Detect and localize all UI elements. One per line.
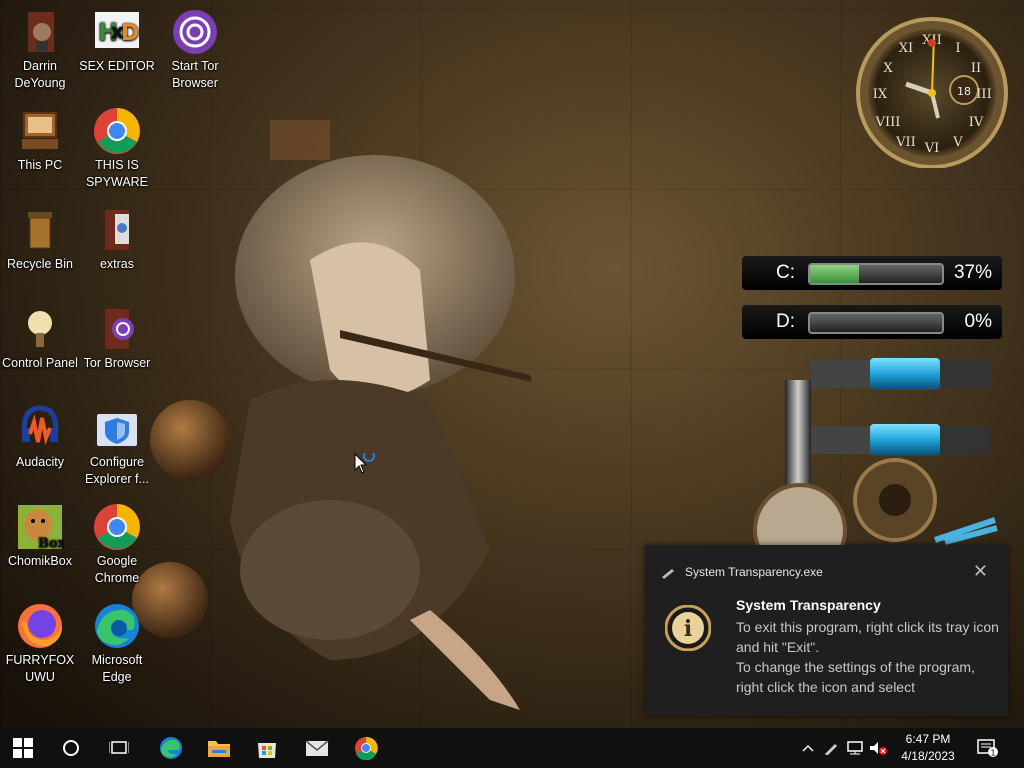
shield-folder-icon (93, 404, 141, 452)
windows-icon (13, 738, 33, 758)
drive-meter-d: D: 0% (742, 305, 1002, 339)
svg-text:IV: IV (969, 115, 984, 130)
notification-icon: 1 (977, 739, 998, 758)
mouse-cursor (354, 450, 378, 482)
desktop-icon-control-panel[interactable]: Control Panel (0, 305, 80, 372)
desktop-icon-start-tor-browser[interactable]: Start Tor Browser (155, 8, 235, 92)
svg-text:VI: VI (924, 141, 940, 156)
search-circle-icon (63, 740, 79, 756)
close-icon[interactable]: ✕ (973, 561, 988, 582)
taskbar-date: 4/18/2023 (901, 749, 955, 763)
edge-icon (160, 737, 182, 759)
app-icon (662, 566, 676, 579)
svg-text:II: II (971, 61, 981, 76)
desktop-icon-extras[interactable]: extras (77, 206, 157, 273)
desktop-icon-darrin-deyoung[interactable]: Darrin DeYoung (0, 8, 80, 92)
tor-folder-icon (93, 305, 141, 353)
desktop-icon-google-chrome[interactable]: Google Chrome (77, 503, 157, 587)
computer-icon (16, 107, 64, 155)
folder-icon (93, 206, 141, 254)
notification-count-badge: 1 (990, 749, 995, 758)
svg-text:V: V (952, 135, 963, 150)
speaker-muted-icon (870, 742, 887, 755)
svg-text:VIII: VIII (875, 115, 901, 130)
drive-meter-c: C: 37% (742, 256, 1002, 290)
svg-text:i: i (684, 616, 692, 642)
store-icon (258, 743, 276, 758)
desktop-icon-microsoft-edge[interactable]: Microsoft Edge (77, 602, 157, 686)
search-button[interactable] (48, 728, 94, 768)
pipes-gadget (745, 350, 1000, 577)
taskbar-chrome[interactable] (343, 728, 389, 768)
tray-volume[interactable] (868, 728, 888, 768)
clock-date: 18 (957, 85, 971, 98)
svg-text:IX: IX (873, 87, 888, 102)
task-view-button[interactable] (96, 728, 142, 768)
desktop-icon-sex-editor[interactable]: HxD SEX EDITOR (77, 8, 157, 75)
tray-network[interactable] (845, 728, 865, 768)
clock-widget[interactable]: 18 XIIVI IXIII XII XII VIIIIV VIIV (852, 8, 1017, 169)
notification-toast[interactable]: System Transparency.exe ✕ i System Trans… (645, 545, 1008, 716)
person-folder-icon (16, 8, 64, 56)
tray-overflow-button[interactable] (798, 728, 818, 768)
chomikbox-icon: Box (16, 503, 66, 551)
pen-tool-icon (825, 744, 837, 755)
taskbar-clock[interactable]: 6:47 PM 4/18/2023 (892, 731, 964, 765)
svg-text:XI: XI (899, 41, 913, 56)
control-panel-icon (16, 305, 64, 353)
svg-text:VII: VII (895, 135, 916, 150)
folder-icon (208, 741, 230, 757)
svg-text:X: X (883, 61, 893, 76)
mail-icon (305, 740, 329, 756)
taskbar-mail[interactable] (294, 728, 340, 768)
chrome-icon (355, 736, 378, 760)
drive-d-bar (808, 312, 944, 334)
chrome-icon (93, 107, 141, 155)
svg-text:I: I (955, 41, 960, 56)
desktop-icon-tor-browser[interactable]: Tor Browser (77, 305, 157, 372)
notification-app-name: System Transparency.exe (685, 565, 823, 579)
taskbar-time: 6:47 PM (905, 732, 951, 746)
tray-app-icon[interactable] (822, 728, 840, 768)
notification-body: To exit this program, right click its tr… (736, 619, 999, 695)
action-center-button[interactable]: 1 (972, 728, 1002, 768)
desktop-icon-this-pc[interactable]: This PC (0, 107, 80, 174)
network-icon (847, 741, 863, 755)
audacity-icon (16, 404, 64, 452)
firefox-icon (16, 602, 64, 650)
taskbar: 6:47 PM 4/18/2023 1 (0, 728, 1024, 768)
drive-c-bar (808, 263, 944, 285)
svg-text:Box: Box (38, 536, 64, 551)
task-view-icon (109, 741, 129, 754)
notification-title: System Transparency (736, 597, 881, 613)
desktop-icon-audacity[interactable]: Audacity (0, 404, 80, 471)
chevron-up-icon (802, 744, 814, 752)
svg-text:III: III (976, 87, 991, 102)
desktop-icon-recycle-bin[interactable]: Recycle Bin (0, 206, 80, 273)
taskbar-edge[interactable] (148, 728, 194, 768)
info-icon: i (664, 604, 712, 652)
desktop-icon-configure-explorer[interactable]: Configure Explorer f... (77, 404, 157, 488)
edge-icon (93, 602, 141, 650)
drive-c-fill (810, 265, 859, 283)
recycle-bin-icon (16, 206, 64, 254)
hex-editor-icon: HxD (93, 8, 141, 56)
chrome-icon (93, 503, 141, 551)
desktop-icon-this-is-spyware[interactable]: THIS IS SPYWARE (77, 107, 157, 191)
start-button[interactable] (0, 728, 46, 768)
taskbar-store[interactable] (244, 728, 290, 768)
taskbar-file-explorer[interactable] (196, 728, 242, 768)
desktop-icon-furryfox[interactable]: FURRYFOX UWU (0, 602, 80, 686)
desktop-icon-chomikbox[interactable]: Box ChomikBox (0, 503, 80, 570)
svg-text:D: D (121, 21, 139, 46)
tor-icon (171, 8, 219, 56)
wallpaper-figure (132, 120, 532, 710)
